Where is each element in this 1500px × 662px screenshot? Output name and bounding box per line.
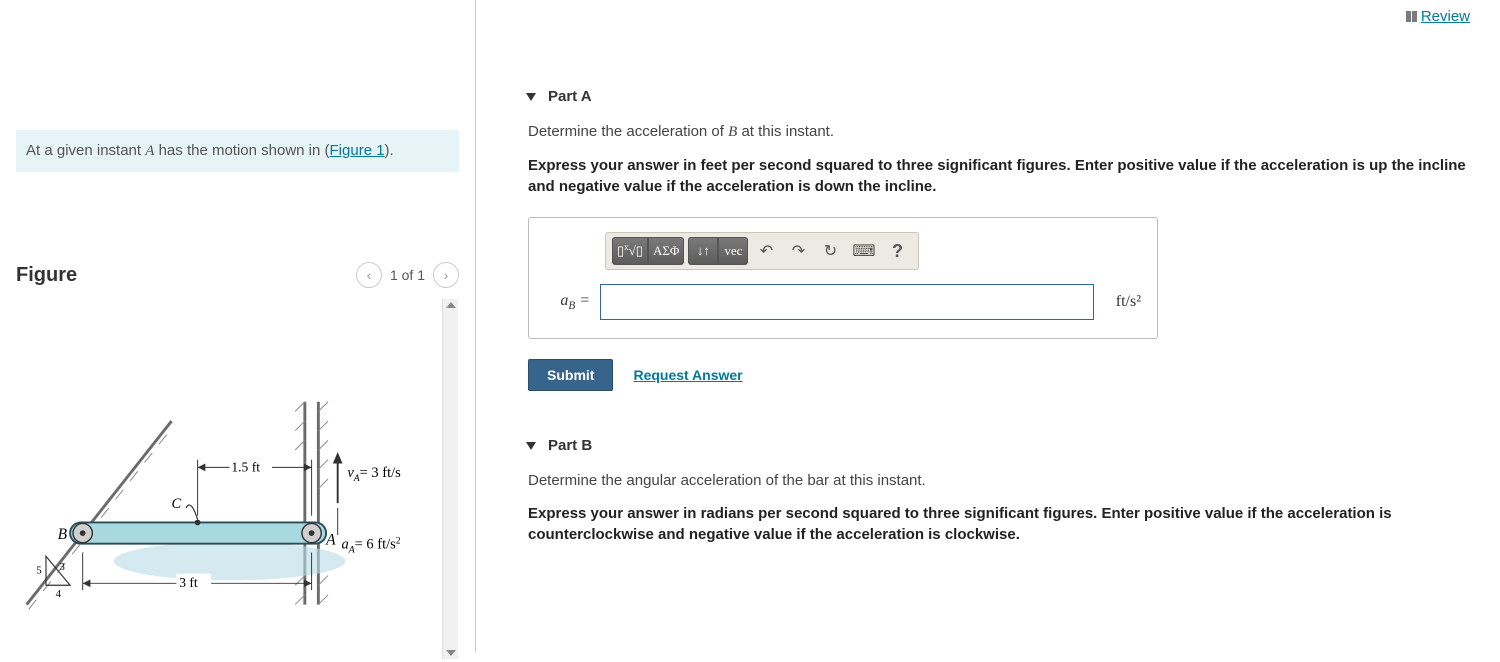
problem-prefix: At a given instant bbox=[26, 142, 145, 159]
redo-button[interactable]: ↷ bbox=[784, 237, 812, 265]
point-c-label: C bbox=[172, 496, 182, 512]
template-button[interactable]: ▯x√▯ bbox=[612, 237, 648, 265]
dim-bottom: 3 ft bbox=[179, 575, 198, 590]
figure-prev-button[interactable]: ‹ bbox=[356, 262, 382, 288]
incline-hyp: 3 bbox=[60, 562, 65, 573]
point-b-label: B bbox=[58, 526, 68, 543]
vector-button[interactable]: vec bbox=[718, 237, 748, 265]
figure-title: Figure bbox=[16, 264, 77, 287]
problem-statement: At a given instant A has the motion show… bbox=[16, 130, 459, 172]
help-button[interactable]: ? bbox=[884, 237, 912, 265]
problem-mid: has the motion shown in ( bbox=[154, 142, 329, 159]
equation-toolbar: ▯x√▯ ΑΣΦ ↓↑ vec ↶ ↷ ↻ ⌨ ? bbox=[605, 232, 919, 270]
problem-suffix: ). bbox=[385, 142, 394, 159]
part-a-instructions: Express your answer in feet per second s… bbox=[528, 155, 1480, 197]
greek-button[interactable]: ΑΣΦ bbox=[648, 237, 684, 265]
keyboard-button[interactable]: ⌨ bbox=[848, 237, 879, 265]
aa-label: aA= 6 ft/s2 bbox=[342, 536, 401, 556]
va-label: vA= 3 ft/s bbox=[347, 465, 401, 484]
subscript-button[interactable]: ↓↑ bbox=[688, 237, 718, 265]
reset-button[interactable]: ↻ bbox=[816, 237, 844, 265]
dim-top: 1.5 ft bbox=[231, 459, 260, 474]
figure-nav-text: 1 of 1 bbox=[390, 267, 425, 283]
caret-down-icon bbox=[526, 442, 536, 450]
scroll-down-icon[interactable] bbox=[446, 650, 456, 656]
part-b-title: Part B bbox=[548, 437, 592, 454]
figure-link[interactable]: Figure 1 bbox=[330, 142, 385, 159]
incline-run: 4 bbox=[56, 589, 62, 600]
figure-nav: ‹ 1 of 1 › bbox=[356, 262, 459, 288]
review-link[interactable]: Review bbox=[1406, 8, 1470, 25]
review-label: Review bbox=[1421, 8, 1470, 25]
answer-label: aB = bbox=[545, 292, 590, 312]
part-b-header[interactable]: Part B bbox=[526, 437, 1480, 454]
point-a-label: A bbox=[325, 532, 336, 549]
answer-box: ▯x√▯ ΑΣΦ ↓↑ vec ↶ ↷ ↻ ⌨ ? bbox=[528, 217, 1158, 339]
figure-next-button[interactable]: › bbox=[433, 262, 459, 288]
part-b-instructions: Express your answer in radians per secon… bbox=[528, 503, 1480, 545]
part-b-prompt: Determine the angular acceleration of th… bbox=[528, 472, 1480, 489]
incline-rise: 5 bbox=[36, 566, 41, 577]
part-a-header[interactable]: Part A bbox=[526, 88, 1480, 105]
scroll-up-icon[interactable] bbox=[446, 302, 456, 308]
request-answer-link[interactable]: Request Answer bbox=[633, 367, 742, 383]
book-icon bbox=[1406, 11, 1417, 22]
part-a-title: Part A bbox=[548, 88, 592, 105]
part-a-prompt: Determine the acceleration of B at this … bbox=[528, 123, 1480, 141]
figure-scrollbar[interactable] bbox=[442, 299, 458, 659]
answer-input[interactable] bbox=[600, 284, 1094, 320]
undo-button[interactable]: ↶ bbox=[752, 237, 780, 265]
figure-canvas: 5 4 3 bbox=[17, 299, 442, 659]
answer-unit: ft/s² bbox=[1104, 293, 1141, 311]
caret-down-icon bbox=[526, 93, 536, 101]
submit-button[interactable]: Submit bbox=[528, 359, 613, 391]
